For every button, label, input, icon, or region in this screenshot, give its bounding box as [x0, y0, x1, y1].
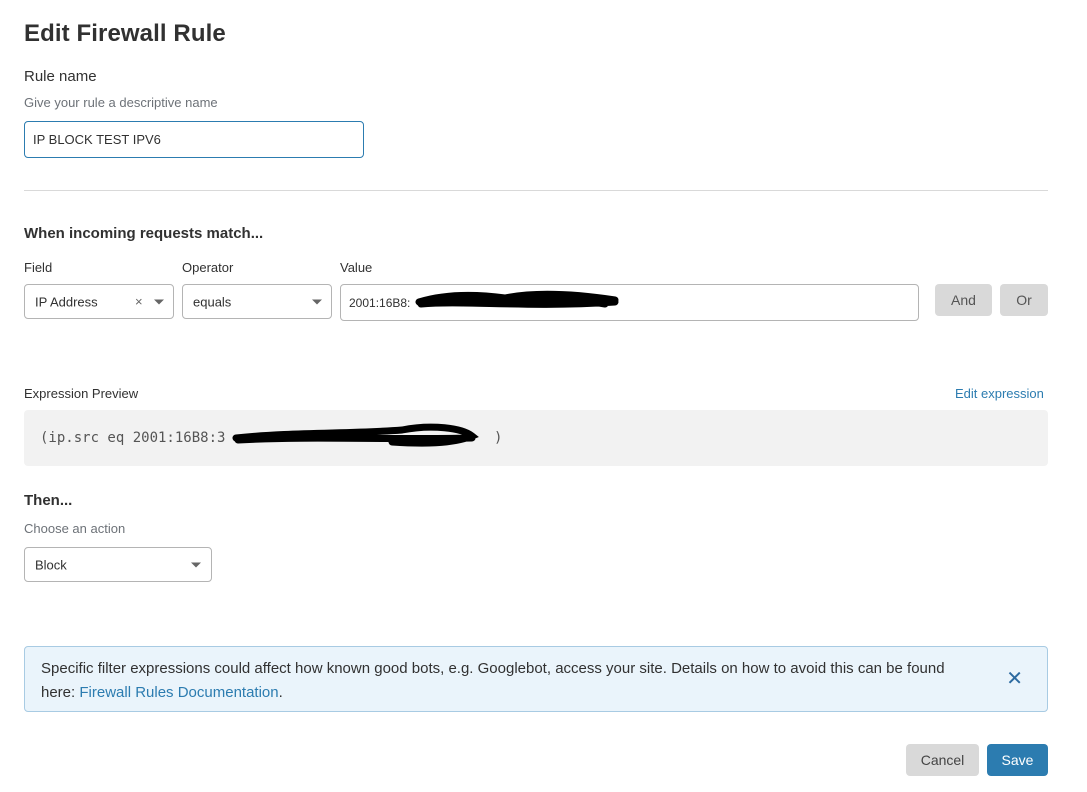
chevron-down-icon[interactable]	[312, 299, 322, 304]
action-select[interactable]: Block	[24, 547, 212, 582]
section-divider	[24, 190, 1048, 191]
operator-select[interactable]: equals	[182, 284, 332, 319]
rule-name-input[interactable]	[24, 121, 364, 158]
close-icon[interactable]: ✕	[1006, 669, 1023, 689]
rule-name-label: Rule name	[24, 68, 97, 85]
field-select-value: IP Address	[35, 294, 98, 309]
field-select[interactable]: IP Address ×	[24, 284, 174, 319]
cancel-button[interactable]: Cancel	[906, 744, 979, 776]
notice-text-after: .	[278, 684, 283, 701]
clear-icon[interactable]: ×	[135, 293, 143, 308]
match-heading: When incoming requests match...	[24, 225, 264, 242]
expression-preview-label: Expression Preview	[24, 386, 139, 401]
value-input-text: 2001:16B8:	[349, 295, 411, 310]
then-heading: Then...	[24, 492, 73, 509]
chevron-down-icon[interactable]	[154, 299, 164, 304]
edit-expression-link[interactable]: Edit expression	[955, 386, 1044, 401]
operator-label: Operator	[182, 260, 234, 275]
page-title: Edit Firewall Rule	[24, 20, 226, 47]
chevron-down-icon[interactable]	[191, 562, 201, 567]
expression-preview: (ip.src eq 2001:16B8:3 )	[24, 410, 1048, 466]
and-button[interactable]: And	[935, 284, 992, 316]
save-button[interactable]: Save	[987, 744, 1048, 776]
field-label: Field	[24, 260, 53, 275]
action-select-value: Block	[35, 557, 67, 572]
value-input[interactable]: 2001:16B8:	[340, 284, 919, 321]
expression-text-end: )	[494, 430, 503, 446]
bot-notice: Specific filter expressions could affect…	[24, 646, 1048, 712]
documentation-link[interactable]: Firewall Rules Documentation	[79, 684, 278, 701]
value-label: Value	[340, 260, 373, 275]
action-hint: Choose an action	[24, 521, 126, 536]
or-button[interactable]: Or	[1000, 284, 1048, 316]
notice-text: Specific filter expressions could affect…	[41, 657, 981, 705]
operator-select-value: equals	[193, 294, 232, 309]
expression-text: (ip.src eq 2001:16B8:3	[40, 430, 226, 446]
rule-name-hint: Give your rule a descriptive name	[24, 95, 218, 110]
